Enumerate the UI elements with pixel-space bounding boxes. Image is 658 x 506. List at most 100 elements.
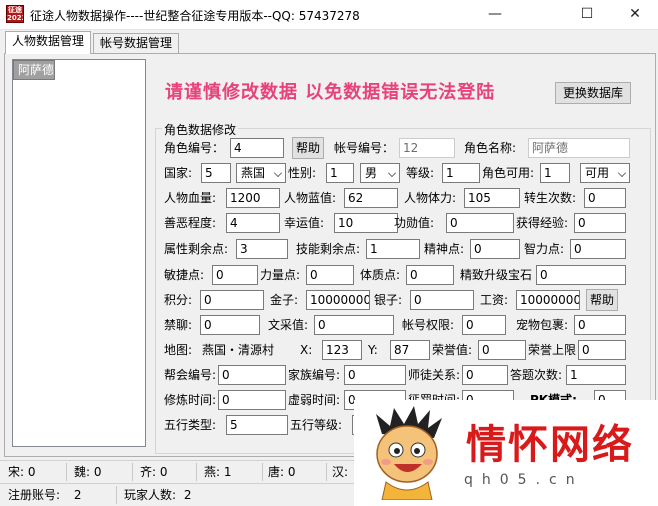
guild-field[interactable]: 0: [218, 365, 286, 385]
score-label: 积分:: [164, 293, 193, 307]
family-label: 家族编号:: [288, 368, 341, 382]
honor-max-field[interactable]: 0: [578, 340, 626, 360]
silver-field[interactable]: 0: [410, 290, 474, 310]
permission-field[interactable]: 0: [462, 315, 506, 335]
agility-label: 敏捷点:: [164, 268, 205, 282]
mute-field[interactable]: 0: [200, 315, 260, 335]
quiz-field[interactable]: 1: [566, 365, 626, 385]
family-field[interactable]: 0: [344, 365, 406, 385]
intellect-field[interactable]: 0: [570, 239, 626, 259]
status-label: 宋:: [8, 465, 25, 479]
gold-field[interactable]: 1000000000: [306, 290, 370, 310]
status-value: 1: [223, 465, 232, 479]
luck-field[interactable]: 10: [334, 213, 398, 233]
status-registered: 注册账号: 2: [8, 484, 82, 506]
hp-field[interactable]: 1200: [226, 188, 280, 208]
tab-account-data[interactable]: 帐号数据管理: [93, 33, 180, 53]
y-field[interactable]: 87: [390, 340, 430, 360]
close-button[interactable]: ✕: [612, 0, 658, 30]
country-field[interactable]: 5: [201, 163, 231, 183]
gender-field[interactable]: 1: [326, 163, 354, 183]
pet-bag-field[interactable]: 0: [574, 315, 626, 335]
status-value: 0: [159, 465, 168, 479]
strength-label: 力量点:: [260, 268, 301, 282]
attr-points-label: 属性剩余点:: [164, 242, 229, 256]
status-label: 齐:: [140, 465, 157, 479]
character-list[interactable]: 阿萨德 何显达: [12, 59, 146, 447]
permission-label: 帐号权限:: [402, 318, 455, 332]
group-title: 角色数据修改: [162, 121, 239, 138]
mp-field[interactable]: 62: [344, 188, 398, 208]
intellect-label: 智力点:: [524, 242, 565, 256]
status-label: 注册账号:: [8, 488, 61, 502]
morality-field[interactable]: 4: [226, 213, 280, 233]
cultivate-time-field[interactable]: 0: [218, 390, 286, 410]
strength-field[interactable]: 0: [306, 265, 354, 285]
spirit-field[interactable]: 0: [470, 239, 520, 259]
score-field[interactable]: 0: [200, 290, 264, 310]
exp-field[interactable]: 0: [574, 213, 626, 233]
status-divider: [66, 463, 67, 481]
skill-points-field[interactable]: 1: [366, 239, 420, 259]
gender-label: 性别:: [288, 166, 317, 180]
map-field[interactable]: 燕国・清源村: [198, 340, 294, 360]
five-element-type-field[interactable]: 5: [226, 415, 288, 435]
mentor-label: 师徒关系:: [408, 368, 461, 382]
account-id-field[interactable]: 12: [399, 138, 455, 158]
constitution-field[interactable]: 0: [406, 265, 454, 285]
skill-points-label: 技能剩余点:: [296, 242, 361, 256]
honor-label: 荣誉值:: [432, 343, 473, 357]
agility-field[interactable]: 0: [212, 265, 258, 285]
role-id-label: 角色编号：: [164, 141, 225, 155]
attr-points-field[interactable]: 3: [236, 239, 288, 259]
usable-label: 角色可用:: [482, 166, 535, 180]
usable-select[interactable]: 可用: [580, 163, 630, 183]
gender-select[interactable]: 男: [360, 163, 400, 183]
spirit-label: 精神点:: [424, 242, 465, 256]
character-panel: 阿萨德 何显达 请谨慎修改数据 以免数据错误无法登陆 更换数据库 角色数据修改 …: [4, 53, 656, 457]
country-select[interactable]: 燕国: [236, 163, 286, 183]
x-field[interactable]: 123: [322, 340, 362, 360]
merit-label: 功勋值:: [394, 216, 435, 230]
mp-label: 人物蓝值:: [284, 191, 337, 205]
status-value: 0: [27, 465, 36, 479]
x-label: X:: [300, 343, 313, 357]
stamina-field[interactable]: 105: [464, 188, 520, 208]
list-item[interactable]: 阿萨德: [13, 60, 56, 80]
y-label: Y:: [368, 343, 378, 357]
exp-label: 获得经验:: [516, 216, 569, 230]
pet-bag-label: 宠物包裹:: [516, 318, 569, 332]
usable-field[interactable]: 1: [540, 163, 570, 183]
level-field[interactable]: 1: [442, 163, 480, 183]
constitution-label: 体质点:: [360, 268, 401, 282]
status-country-tang: 唐: 0: [268, 461, 296, 483]
status-label: 魏:: [74, 465, 91, 479]
tab-character-data[interactable]: 人物数据管理: [5, 31, 92, 54]
stamina-label: 人物体力:: [404, 191, 457, 205]
watermark-subtext: qh05.cn: [464, 472, 584, 488]
literary-field[interactable]: 0: [314, 315, 394, 335]
literary-label: 文采值:: [268, 318, 309, 332]
hp-label: 人物血量:: [164, 191, 217, 205]
switch-database-button[interactable]: 更换数据库: [555, 82, 631, 104]
quiz-label: 答题次数:: [510, 368, 563, 382]
minimize-button[interactable]: —: [472, 0, 518, 30]
help-button-2[interactable]: 帮助: [586, 289, 618, 311]
watermark-overlay: 情怀网络 qh05.cn: [354, 400, 658, 506]
status-divider: [116, 486, 117, 504]
honor-field[interactable]: 0: [478, 340, 526, 360]
reborn-label: 转生次数:: [524, 191, 577, 205]
cartoon-mascot-icon: [376, 406, 442, 500]
gem-field[interactable]: 0: [536, 265, 626, 285]
wage-field[interactable]: 1000000000: [516, 290, 580, 310]
mentor-field[interactable]: 0: [462, 365, 508, 385]
luck-label: 幸运值:: [284, 216, 325, 230]
status-country-song: 宋: 0: [8, 461, 36, 483]
cultivate-time-label: 修炼时间:: [164, 393, 217, 407]
role-id-field[interactable]: 4: [230, 138, 284, 158]
role-name-field[interactable]: 阿萨德: [528, 138, 630, 158]
reborn-field[interactable]: 0: [584, 188, 626, 208]
merit-field[interactable]: 0: [446, 213, 514, 233]
maximize-button[interactable]: ☐: [564, 0, 610, 30]
help-button[interactable]: 帮助: [292, 137, 324, 159]
